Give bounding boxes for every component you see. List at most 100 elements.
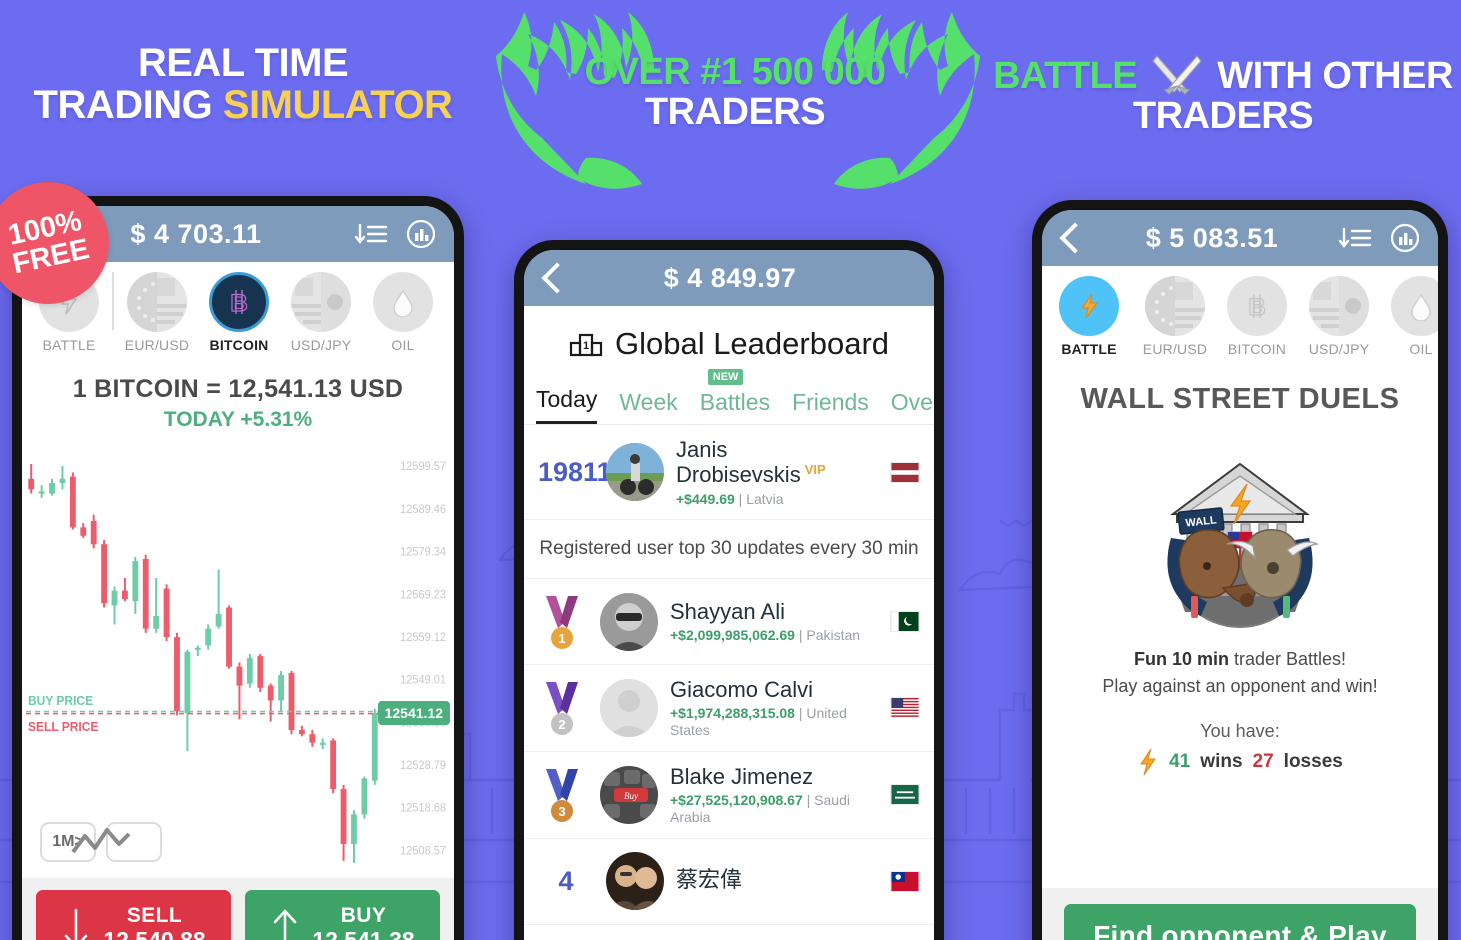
tab-week[interactable]: Week [619, 389, 677, 424]
asset-tab-oil-label: OIL [391, 337, 415, 353]
chart-circle-icon[interactable] [404, 219, 438, 249]
asset-tab-oil[interactable]: OIL [362, 272, 444, 353]
asset-tab-bitcoin[interactable]: B BITCOIN [198, 272, 280, 353]
asset-tab-eurusd[interactable]: EUR/USD [116, 272, 198, 353]
table-row[interactable]: 1 Shayyan Ali +$2,099,985,062.69 | Pakis… [524, 579, 934, 666]
row-rank: 4 [558, 865, 574, 896]
phone1-candlestick-chart[interactable]: 12599.57 12589.46 12579.34 12569.23 12559.12… [22, 438, 454, 878]
phone1-trade-bar: SELL 12,540.88 BUY 12,541.38 [22, 878, 454, 940]
line-chart-icon[interactable] [71, 822, 162, 862]
duels-footer: Find opponent & Play [1042, 888, 1438, 940]
asset-tab-usdjpy[interactable]: USD/JPY [1298, 276, 1380, 357]
phone2-balance: $ 4 849.97 [663, 262, 797, 293]
duels-line2: Play against an opponent and win! [1102, 676, 1378, 696]
buy-button[interactable]: BUY 12,541.38 [245, 890, 440, 940]
svg-text:12528.79: 12528.79 [400, 760, 446, 773]
tab-overall[interactable]: Overall [891, 389, 934, 424]
duels-wins-count: 41 [1169, 751, 1191, 772]
row-name: Blake Jimenez [670, 763, 814, 789]
chart-circle-icon[interactable] [1388, 223, 1422, 253]
buy-button-price: 12,541.38 [312, 926, 415, 940]
row-name: Shayyan Ali [670, 598, 785, 624]
headline-middle: OVER #1 500 000 TRADERS [500, 52, 970, 133]
asset-tab-eurusd-label: EUR/USD [1142, 341, 1208, 357]
duels-losses-count: 27 [1252, 751, 1274, 772]
svg-text:12518.68: 12518.68 [400, 802, 446, 815]
silver-medal-icon: 2 [546, 681, 578, 735]
couple-photo-avatar [606, 852, 664, 911]
headline-middle-line2: TRADERS [644, 91, 826, 134]
phone2-appbar: $ 4 849.97 [524, 250, 934, 306]
phone3-appbar: $ 5 083.51 [1042, 210, 1438, 266]
asset-tab-eurusd[interactable]: EUR/USD [1134, 276, 1216, 357]
table-row[interactable]: 2 Giacomo Calvi +$1,974,288,315.08 | Uni… [524, 665, 934, 752]
svg-text:12599.57: 12599.57 [400, 461, 446, 474]
svg-text:2: 2 [558, 717, 565, 732]
leaderboard-notice: Registered user top 30 updates every 30 … [524, 520, 934, 580]
svg-text:12508.57: 12508.57 [400, 845, 446, 858]
buy-key-photo-avatar: Buy [600, 765, 658, 824]
row-amount: +$27,525,120,908.67 [670, 792, 803, 809]
table-row[interactable]: 19811 Janis Drobisevskis VIP +$449.69 | L… [524, 425, 934, 521]
row-amount: +$1,974,288,315.08 [670, 705, 795, 722]
headline-right-line1b: WITH OTHER [1217, 55, 1453, 97]
usd-jpy-flag-icon [1309, 276, 1369, 336]
sort-descending-icon[interactable] [1338, 223, 1372, 253]
headline-left-line2a: TRADING [33, 83, 223, 128]
phone1-price-header: 1 BITCOIN = 12,541.13 USD TODAY +5.31% [22, 361, 454, 438]
svg-text:3: 3 [558, 804, 565, 819]
row-rank: 19811 [538, 456, 612, 487]
asset-tab-bitcoin-label: BITCOIN [1227, 341, 1287, 357]
tab-today[interactable]: Today [536, 386, 598, 424]
headline-left: REAL TIME TRADING SIMULATOR [8, 42, 478, 127]
pakistan-flag-icon [890, 611, 920, 633]
sort-descending-icon[interactable] [354, 219, 388, 249]
bitcoin-icon: B [209, 272, 269, 332]
phone-mockup-duels: $ 5 083.51 BATTLE EUR/USD B BITCOIN USD/… [1032, 200, 1448, 940]
duels-wins-label: wins [1200, 751, 1243, 772]
asset-tab-bitcoin[interactable]: B BITCOIN [1216, 276, 1298, 357]
asset-tab-oil[interactable]: OIL [1380, 276, 1438, 357]
svg-text:12549.01: 12549.01 [400, 674, 446, 687]
usd-jpy-flag-icon [291, 272, 351, 332]
leaderboard-title-row: 1 Global Leaderboard [524, 306, 934, 376]
tab-battles[interactable]: NEW Battles [699, 369, 771, 424]
new-badge: NEW [707, 369, 744, 385]
duels-body: WALL STREET DUELS WALL Fun 10 min trader… [1042, 365, 1438, 888]
gold-medal-icon: 1 [546, 595, 578, 649]
buy-button-title: BUY [340, 904, 387, 928]
bitcoin-icon: B [1227, 276, 1287, 336]
tab-battles-label: Battles [699, 389, 771, 415]
table-row[interactable]: 3 Buy Blake Jimenez +$27,525,120,908.67 … [524, 752, 934, 839]
bull-bear-wallstreet-icon: WALL [1167, 462, 1320, 628]
headline-left-line1: REAL TIME [137, 41, 349, 85]
duels-line1-bold: Fun 10 min [1133, 649, 1229, 669]
row-country: Pakistan [806, 627, 861, 644]
leaderboard-list[interactable]: 19811 Janis Drobisevskis VIP +$449.69 | L… [524, 424, 934, 940]
duels-line1: Fun 10 min trader Battles! [1134, 649, 1346, 670]
motorcycle-photo-avatar [606, 443, 664, 502]
sell-button[interactable]: SELL 12,540.88 [36, 890, 231, 940]
svg-text:1: 1 [558, 631, 565, 646]
arrow-down-icon [65, 908, 88, 940]
svg-text:BUY PRICE: BUY PRICE [28, 693, 93, 708]
phone1-appbar-icons [354, 219, 438, 249]
svg-text:B: B [230, 290, 247, 317]
phone-mockup-leaderboard: $ 4 849.97 1 Global Leaderboard Today We… [514, 240, 944, 940]
tab-friends[interactable]: Friends [792, 389, 869, 424]
lightning-bolt-icon [1059, 276, 1119, 336]
eur-usd-flag-icon [127, 272, 187, 332]
asset-tab-usdjpy-label: USD/JPY [290, 337, 352, 353]
eur-usd-flag-icon [1145, 276, 1205, 336]
asset-tab-battle[interactable]: BATTLE [1048, 276, 1130, 357]
phone1-price-main: 1 BITCOIN = 12,541.13 USD [72, 375, 404, 403]
asset-tab-battle-label: BATTLE [42, 337, 96, 353]
headline-right-line2: TRADERS [1132, 95, 1314, 138]
sell-button-title: SELL [126, 904, 183, 928]
find-opponent-button[interactable]: Find opponent & Play [1064, 904, 1416, 940]
saudi-arabia-flag-icon [890, 784, 920, 806]
asset-tab-usdjpy[interactable]: USD/JPY [280, 272, 362, 353]
table-row[interactable]: 4 蔡宏偉 [524, 839, 934, 925]
phone3-asset-tabs: BATTLE EUR/USD B BITCOIN USD/JPY OIL [1042, 266, 1438, 365]
phone3-balance: $ 5 083.51 [1145, 222, 1279, 253]
